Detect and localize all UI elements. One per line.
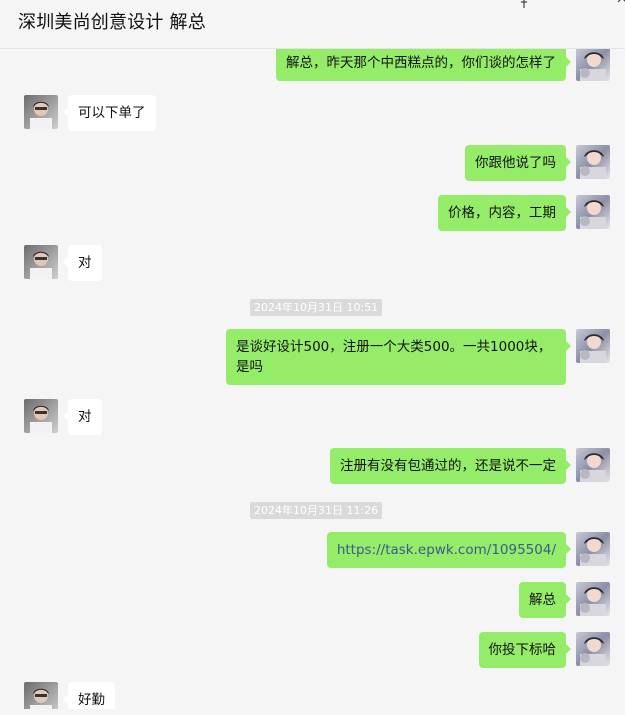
incoming-message[interactable]: 对 <box>63 245 102 281</box>
incoming-message[interactable]: 好勤 <box>63 682 115 709</box>
incoming-message[interactable]: 可以下单了 <box>63 95 156 131</box>
timestamp: 2024年10月31日 11:26 <box>250 502 383 519</box>
contact-avatar[interactable] <box>24 245 58 279</box>
outgoing-message[interactable]: 解总，昨天那个中西糕点的，你们谈的怎样了 <box>276 49 571 81</box>
close-icon[interactable] <box>614 0 625 8</box>
pin-icon[interactable] <box>516 0 532 8</box>
message-list[interactable]: 解总，昨天那个中西糕点的，你们谈的怎样了 可以下单了 你跟他说了吗 价格，内容，… <box>0 49 625 709</box>
my-avatar[interactable] <box>576 532 610 566</box>
incoming-message[interactable]: 对 <box>63 399 102 435</box>
my-avatar[interactable] <box>576 329 610 363</box>
contact-avatar[interactable] <box>24 682 58 709</box>
minimize-icon[interactable] <box>550 0 566 8</box>
my-avatar[interactable] <box>576 582 610 616</box>
maximize-icon[interactable] <box>584 0 600 8</box>
outgoing-message[interactable]: 注册有没有包通过的，还是说不一定 <box>330 448 571 484</box>
chat-title: 深圳美尚创意设计 解总 <box>18 12 206 33</box>
message-link[interactable]: https://task.epwk.com/1095504/ <box>337 542 556 558</box>
bottom-edge <box>0 709 625 715</box>
outgoing-message[interactable]: https://task.epwk.com/1095504/ <box>326 532 572 568</box>
outgoing-message[interactable]: 是谈好设计500，注册一个大类500。一共1000块，是吗 <box>226 329 571 385</box>
my-avatar[interactable] <box>576 448 610 482</box>
my-avatar[interactable] <box>576 145 610 179</box>
outgoing-message[interactable]: 价格，内容，工期 <box>438 195 571 231</box>
my-avatar[interactable] <box>576 195 610 229</box>
outgoing-message[interactable]: 你投下标哈 <box>478 632 571 668</box>
my-avatar[interactable] <box>576 49 610 81</box>
my-avatar[interactable] <box>576 632 610 666</box>
outgoing-message[interactable]: 解总 <box>519 582 571 618</box>
contact-avatar[interactable] <box>24 95 58 129</box>
timestamp: 2024年10月31日 10:51 <box>250 299 383 316</box>
chat-header: 深圳美尚创意设计 解总 <box>0 0 625 49</box>
outgoing-message[interactable]: 你跟他说了吗 <box>465 145 571 181</box>
contact-avatar[interactable] <box>24 399 58 433</box>
